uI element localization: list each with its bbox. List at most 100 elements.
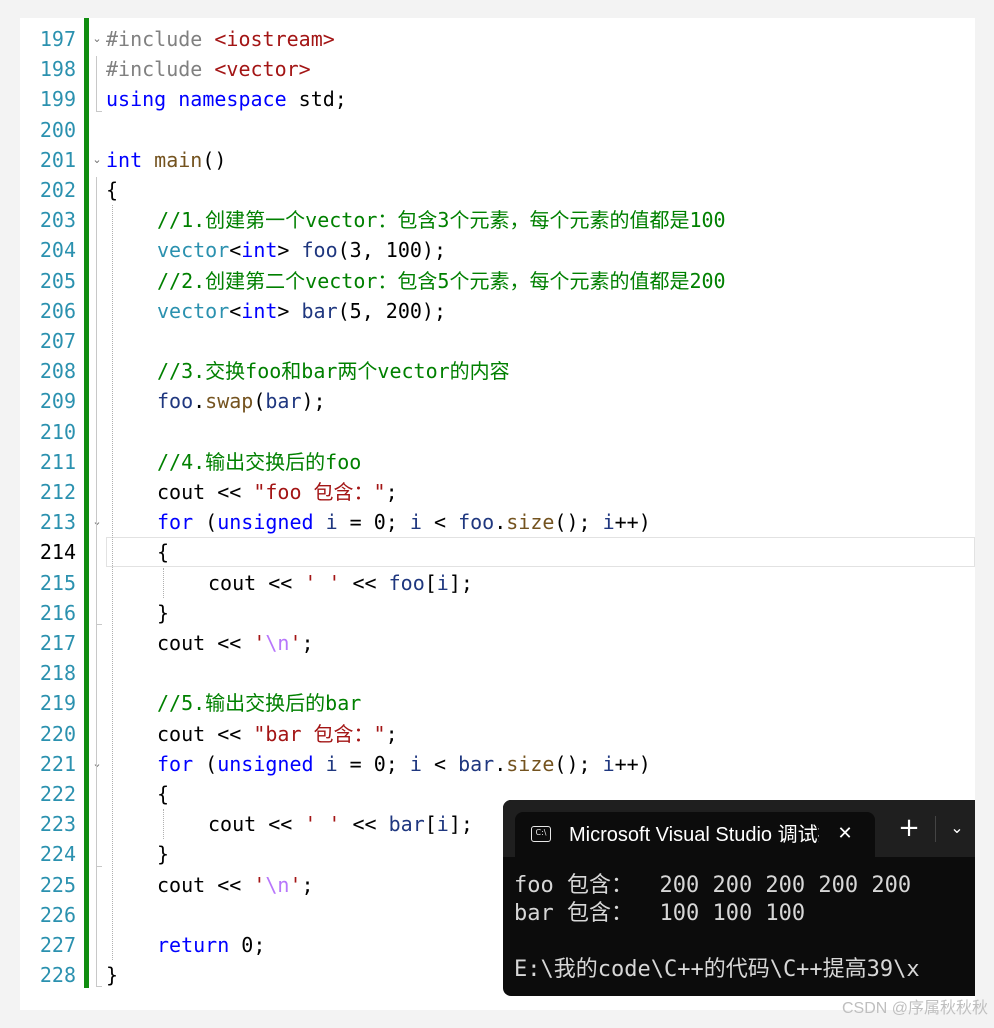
terminal-output-line: foo 包含： 200 200 200 200 200 — [514, 873, 912, 898]
new-tab-button[interactable]: + — [895, 814, 923, 842]
terminal-tab-title: Microsoft Visual Studio 调试控制台 — [569, 824, 819, 846]
code-token: foo — [458, 510, 495, 534]
code-token: //4.输出交换后的foo — [157, 450, 362, 474]
code-line[interactable]: //3.交换foo和bar两个vector的内容 — [157, 356, 510, 386]
fold-region-line — [96, 781, 97, 866]
code-line[interactable]: #include <iostream> — [106, 24, 335, 54]
line-number: 209 — [39, 389, 76, 413]
line-number: 208 — [39, 359, 76, 383]
code-token: ]; — [448, 571, 473, 595]
fold-toggle-icon[interactable]: ⌄ — [91, 33, 103, 45]
close-icon[interactable]: ✕ — [831, 820, 859, 848]
code-line[interactable]: cout << "foo 包含："; — [157, 477, 398, 507]
code-line[interactable]: //2.创建第二个vector：包含5个元素，每个元素的值都是200 — [157, 266, 726, 296]
code-token: { — [106, 178, 119, 202]
line-number: 218 — [39, 661, 76, 685]
code-line[interactable]: } — [157, 839, 169, 869]
code-token: (3, 100); — [337, 238, 447, 262]
code-line[interactable]: #include <vector> — [106, 54, 311, 84]
code-line[interactable]: cout << '\n'; — [157, 628, 314, 658]
line-number: 225 — [39, 873, 76, 897]
code-token: ++) — [614, 510, 651, 534]
fold-region-end — [96, 624, 102, 625]
code-line[interactable]: { — [157, 779, 169, 809]
code-token: [ — [424, 812, 437, 836]
code-token: ' — [289, 873, 302, 897]
code-line[interactable]: cout << '\n'; — [157, 870, 314, 900]
code-line[interactable]: { — [157, 537, 169, 567]
code-token: namespace — [178, 87, 287, 111]
code-token: foo — [388, 571, 425, 595]
code-token: < — [421, 510, 459, 534]
code-token: "bar 包含：" — [253, 722, 386, 746]
line-number: 221 — [39, 752, 76, 776]
code-token: } — [157, 601, 170, 625]
line-number: 198 — [39, 57, 76, 81]
code-token: foo — [301, 238, 338, 262]
line-number: 207 — [39, 329, 76, 353]
code-token: unsigned — [217, 752, 314, 776]
line-number: 201 — [39, 148, 76, 172]
code-line[interactable]: cout << ' ' << foo[i]; — [208, 568, 473, 598]
line-number: 204 — [39, 238, 76, 262]
code-token: for — [157, 510, 194, 534]
console-icon: C:\ — [531, 826, 551, 842]
code-line[interactable]: int main() — [106, 145, 226, 175]
code-line[interactable]: } — [106, 960, 118, 990]
code-line[interactable]: vector<int> bar(5, 200); — [157, 296, 446, 326]
code-line[interactable]: cout << "bar 包含："; — [157, 719, 398, 749]
code-line[interactable]: //1.创建第一个vector：包含3个元素，每个元素的值都是100 — [157, 205, 726, 235]
code-line[interactable]: for (unsigned i = 0; i < bar.size(); i++… — [157, 749, 651, 779]
code-token: #include — [106, 57, 215, 81]
line-number: 199 — [39, 87, 76, 111]
code-token: i — [325, 510, 338, 534]
indent-guide — [163, 809, 164, 839]
watermark: CSDN @序属秋秋秋 — [841, 1000, 988, 1017]
debug-console-window[interactable]: C:\ Microsoft Visual Studio 调试控制台 ✕ + ⌄ … — [503, 800, 975, 996]
code-token: < — [421, 752, 459, 776]
code-token: //5.输出交换后的bar — [157, 691, 362, 715]
code-line[interactable]: //5.输出交换后的bar — [157, 688, 361, 718]
terminal-tab[interactable]: C:\ Microsoft Visual Studio 调试控制台 ✕ — [515, 812, 875, 857]
code-token: i — [602, 510, 615, 534]
code-line[interactable]: return 0; — [157, 930, 265, 960]
code-token: ; — [301, 631, 314, 655]
line-number: 211 — [39, 450, 76, 474]
code-token: < — [229, 238, 242, 262]
chevron-down-icon[interactable]: ⌄ — [943, 814, 971, 842]
line-number: 215 — [39, 571, 76, 595]
terminal-output-line: bar 包含： 100 100 100 — [514, 901, 806, 926]
code-token: main — [154, 148, 203, 172]
code-token: ' ' — [304, 812, 341, 836]
line-number: 219 — [39, 691, 76, 715]
code-token: << — [340, 812, 389, 836]
code-token: bar — [265, 389, 302, 413]
line-number: 202 — [39, 178, 76, 202]
code-token: using — [106, 87, 167, 111]
code-token: //1.创建第一个vector：包含3个元素，每个元素的值都是100 — [157, 208, 726, 232]
code-line[interactable]: for (unsigned i = 0; i < foo.size(); i++… — [157, 507, 651, 537]
code-line[interactable]: vector<int> foo(3, 100); — [157, 235, 446, 265]
code-line[interactable]: using namespace std; — [106, 84, 347, 114]
code-token: ++) — [614, 752, 651, 776]
code-token: int — [241, 299, 278, 323]
fold-toggle-icon[interactable]: ⌄ — [91, 758, 103, 770]
code-token: << — [340, 571, 389, 595]
code-line[interactable]: } — [157, 598, 169, 628]
line-number: 223 — [39, 812, 76, 836]
code-token: swap — [205, 389, 254, 413]
fold-toggle-icon[interactable]: ⌄ — [91, 154, 103, 166]
code-line[interactable]: //4.输出交换后的foo — [157, 447, 361, 477]
code-token: \n — [265, 873, 290, 897]
code-line[interactable]: { — [106, 175, 118, 205]
fold-toggle-icon[interactable]: ⌄ — [91, 516, 103, 528]
line-number: 200 — [39, 118, 76, 142]
change-tracking-bar — [84, 18, 89, 988]
terminal-output-line: E:\我的code\C++的代码\C++提高39\x — [514, 957, 920, 982]
indent-guide — [163, 568, 164, 598]
code-line[interactable]: foo.swap(bar); — [157, 386, 326, 416]
code-token: i — [602, 752, 615, 776]
terminal-tab-bar: C:\ Microsoft Visual Studio 调试控制台 ✕ + ⌄ — [503, 800, 975, 857]
code-line[interactable]: cout << ' ' << bar[i]; — [208, 809, 473, 839]
